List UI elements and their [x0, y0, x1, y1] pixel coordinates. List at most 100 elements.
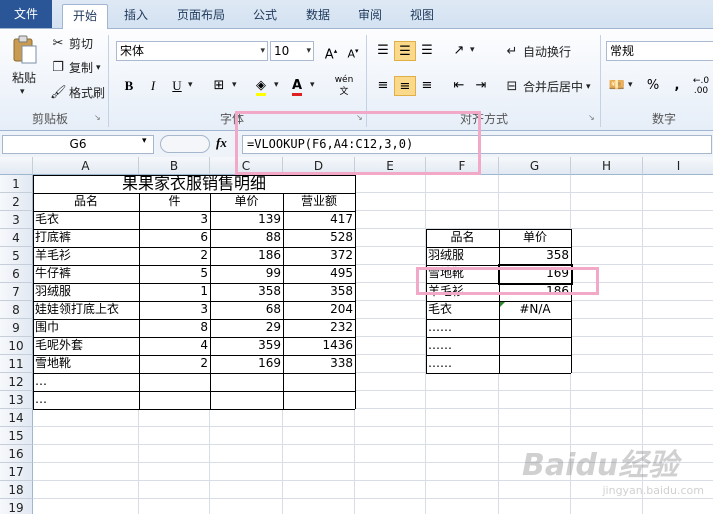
- column-header-b[interactable]: B: [139, 157, 210, 175]
- row-header-12[interactable]: 12: [0, 373, 33, 391]
- table-cell[interactable]: 417: [283, 211, 355, 229]
- paste-icon[interactable]: [10, 35, 38, 65]
- header-cell[interactable]: 品名: [33, 193, 139, 211]
- shrink-font-icon[interactable]: A▾: [342, 41, 364, 61]
- table-cell[interactable]: 羽绒服: [33, 283, 139, 301]
- align-right-icon[interactable]: ≡: [416, 76, 438, 96]
- row-header-14[interactable]: 14: [0, 409, 33, 427]
- align-bottom-icon[interactable]: ☰: [416, 41, 438, 61]
- table-cell[interactable]: 娃娃领打底上衣: [33, 301, 139, 319]
- table-cell[interactable]: 3: [139, 211, 210, 229]
- underline-button[interactable]: U: [166, 76, 188, 96]
- name-box[interactable]: G6: [2, 135, 154, 154]
- table-cell[interactable]: [139, 373, 210, 391]
- lookup-key-cell[interactable]: ……: [426, 355, 499, 373]
- row-header-10[interactable]: 10: [0, 337, 33, 355]
- table-cell[interactable]: 372: [283, 247, 355, 265]
- insert-function-icon[interactable]: fx: [216, 135, 227, 151]
- lookup-result-cell[interactable]: [499, 319, 571, 337]
- table-cell[interactable]: 雪地靴: [33, 355, 139, 373]
- tab-formulas[interactable]: 公式: [246, 4, 284, 28]
- table-cell[interactable]: [283, 373, 355, 391]
- table-cell[interactable]: …: [33, 373, 139, 391]
- underline-dropdown-icon[interactable]: ▾: [188, 80, 193, 90]
- alignment-launcher-icon[interactable]: ↘: [588, 113, 595, 122]
- header-cell[interactable]: 营业额: [283, 193, 355, 211]
- row-header-17[interactable]: 17: [0, 463, 33, 481]
- table-cell[interactable]: [139, 391, 210, 409]
- table-cell[interactable]: 1: [139, 283, 210, 301]
- orientation-icon[interactable]: ↗: [448, 41, 470, 61]
- header-cell[interactable]: 单价: [210, 193, 283, 211]
- align-top-icon[interactable]: ☰: [372, 41, 394, 61]
- lookup-key-cell[interactable]: 羽绒服: [426, 247, 499, 265]
- tab-page-layout[interactable]: 页面布局: [168, 4, 234, 28]
- row-header-16[interactable]: 16: [0, 445, 33, 463]
- tab-view[interactable]: 视图: [402, 4, 442, 28]
- font-color-dropdown-icon[interactable]: ▾: [310, 80, 315, 90]
- table-cell[interactable]: 8: [139, 319, 210, 337]
- copy-button[interactable]: ❐ 复制 ▾: [50, 59, 100, 76]
- increase-decimal-icon[interactable]: ←.0.00: [690, 76, 712, 96]
- percent-button[interactable]: %: [642, 76, 664, 96]
- lookup-result-cell[interactable]: [499, 355, 571, 373]
- table-cell[interactable]: 358: [210, 283, 283, 301]
- fill-color-icon[interactable]: ◈: [250, 76, 272, 96]
- table-cell[interactable]: 羊毛衫: [33, 247, 139, 265]
- lookup-result-cell[interactable]: [499, 337, 571, 355]
- table-cell[interactable]: 2: [139, 247, 210, 265]
- table-cell[interactable]: 232: [283, 319, 355, 337]
- merge-center-button[interactable]: ⊟ 合并后居中 ▾: [504, 78, 591, 95]
- row-header-18[interactable]: 18: [0, 481, 33, 499]
- row-header-8[interactable]: 8: [0, 301, 33, 319]
- column-header-a[interactable]: A: [33, 157, 139, 175]
- name-box-dropdown-icon[interactable]: ▾: [142, 136, 147, 146]
- table-cell[interactable]: 169: [210, 355, 283, 373]
- font-name-combo[interactable]: 宋体 ▾: [116, 41, 268, 61]
- table-cell[interactable]: [210, 373, 283, 391]
- currency-dropdown-icon[interactable]: ▾: [628, 80, 633, 90]
- borders-dropdown-icon[interactable]: ▾: [232, 80, 237, 90]
- table-cell[interactable]: 68: [210, 301, 283, 319]
- column-header-i[interactable]: I: [643, 157, 713, 175]
- wrap-text-button[interactable]: ↵ 自动换行: [504, 43, 571, 60]
- clipboard-launcher-icon[interactable]: ↘: [94, 113, 101, 122]
- orientation-dropdown-icon[interactable]: ▾: [470, 45, 475, 55]
- cut-button[interactable]: ✂ 剪切: [50, 35, 93, 52]
- table-cell[interactable]: 3: [139, 301, 210, 319]
- grow-font-icon[interactable]: A▴: [320, 41, 342, 62]
- row-header-2[interactable]: 2: [0, 193, 33, 211]
- font-color-icon[interactable]: A: [286, 76, 308, 96]
- table-cell[interactable]: 139: [210, 211, 283, 229]
- table-cell[interactable]: 358: [283, 283, 355, 301]
- table-cell[interactable]: 6: [139, 229, 210, 247]
- row-header-6[interactable]: 6: [0, 265, 33, 283]
- tab-home[interactable]: 开始: [62, 4, 108, 29]
- italic-button[interactable]: I: [142, 76, 164, 96]
- table-cell[interactable]: 毛呢外套: [33, 337, 139, 355]
- table-cell[interactable]: 528: [283, 229, 355, 247]
- paste-dropdown-icon[interactable]: ▾: [20, 87, 25, 97]
- table-cell[interactable]: 5: [139, 265, 210, 283]
- table-cell[interactable]: 牛仔裤: [33, 265, 139, 283]
- column-header-h[interactable]: H: [571, 157, 643, 175]
- table-cell[interactable]: 204: [283, 301, 355, 319]
- table-cell[interactable]: 2: [139, 355, 210, 373]
- table-cell[interactable]: [283, 391, 355, 409]
- align-left-icon[interactable]: ≡: [372, 76, 394, 96]
- font-size-combo[interactable]: 10 ▾: [270, 41, 314, 61]
- table-cell[interactable]: 186: [210, 247, 283, 265]
- table-cell[interactable]: 4: [139, 337, 210, 355]
- lookup-key-cell[interactable]: 毛衣: [426, 301, 499, 319]
- table-cell[interactable]: 338: [283, 355, 355, 373]
- lookup-header-cell[interactable]: 单价: [499, 229, 571, 247]
- increase-indent-icon[interactable]: ⇥: [470, 76, 492, 96]
- formula-bar-splitter[interactable]: [160, 135, 210, 153]
- number-format-combo[interactable]: 常规: [606, 41, 713, 61]
- table-cell[interactable]: 29: [210, 319, 283, 337]
- tab-insert[interactable]: 插入: [116, 4, 156, 28]
- lookup-key-cell[interactable]: ……: [426, 337, 499, 355]
- lookup-result-cell[interactable]: #N/A: [499, 301, 571, 319]
- phonetic-guide-icon[interactable]: wén 文: [330, 74, 358, 97]
- table-cell[interactable]: 495: [283, 265, 355, 283]
